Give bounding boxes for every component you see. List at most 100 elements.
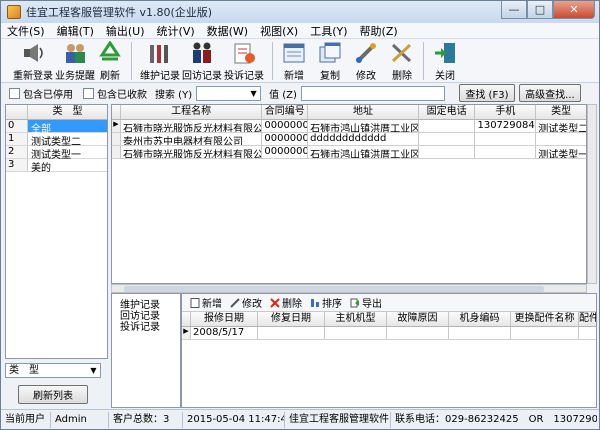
column-header[interactable]: 合同编号	[262, 105, 309, 119]
grid-vertical-scrollbar[interactable]	[587, 104, 597, 284]
grid-horizontal-scrollbar[interactable]	[111, 284, 587, 293]
recycle-icon	[97, 40, 123, 65]
refresh-list-button[interactable]: 刷新列表	[18, 385, 88, 404]
menu-tools[interactable]: 工具(Y)	[304, 23, 353, 39]
cross-tools-icon	[389, 41, 415, 65]
project-grid: 工程名称 合同编号 地址 固定电话 手机 类型 ▶ 石狮市晓光服饰反光材料有限公…	[111, 104, 587, 284]
maximize-button[interactable]: □	[527, 1, 553, 19]
relogin-button[interactable]: 重新登录	[13, 39, 53, 82]
menu-stats[interactable]: 统计(V)	[151, 23, 201, 39]
row-indicator-icon: ▶	[112, 120, 121, 132]
record-export-button[interactable]: 导出	[350, 295, 382, 310]
record-sort-button[interactable]: 排序	[310, 295, 342, 310]
column-header[interactable]: 类型	[536, 105, 586, 119]
table-row[interactable]: ▶ 石狮市晓光服饰反光材料有限公司 00000002 石狮市鸿山镇洪厝工业区 1…	[112, 120, 586, 133]
column-header[interactable]: 故障原因	[387, 312, 449, 326]
add-button[interactable]: 新增	[281, 39, 307, 82]
table-row[interactable]: ▶ 2008/5/17	[182, 327, 596, 340]
type-column-header[interactable]: 类 型	[28, 105, 107, 119]
menu-data[interactable]: 数据(W)	[201, 23, 254, 39]
column-header[interactable]: 地址	[308, 105, 419, 119]
close-window-button[interactable]: ✕	[553, 1, 595, 19]
close-button[interactable]: 关闭	[432, 39, 458, 82]
status-total: 客户总数：3	[109, 411, 183, 428]
record-add-button[interactable]: 新增	[190, 295, 222, 310]
column-header[interactable]: 配件费	[579, 312, 596, 326]
column-header[interactable]: 固定电话	[419, 105, 476, 119]
include-received-label: 包含已收款	[97, 89, 147, 101]
document-pen-icon	[231, 41, 257, 65]
edit-button[interactable]: 修改	[353, 39, 379, 82]
list-item[interactable]: 1 测试类型二	[6, 133, 107, 148]
record-delete-button[interactable]: 删除	[270, 295, 302, 310]
complaint-record-button[interactable]: 投诉记录	[224, 39, 264, 82]
left-bottom-panel: 类 型 ▼ 刷新列表	[5, 363, 108, 408]
users-icon	[62, 41, 88, 65]
menu-help[interactable]: 帮助(Z)	[354, 23, 404, 39]
speaker-icon	[20, 41, 46, 65]
status-datetime: 2015-05-04 11:47:47	[183, 411, 285, 428]
search-field-select[interactable]: ▼	[196, 85, 262, 101]
list-item[interactable]: 3 美的	[6, 159, 107, 174]
maintain-record-button[interactable]: 维护记录	[140, 39, 180, 82]
column-header[interactable]: 手机	[475, 105, 537, 119]
new-form-icon	[281, 41, 307, 65]
include-disabled-checkbox[interactable]	[9, 87, 20, 99]
toolbar-separator	[272, 42, 273, 80]
exit-door-icon	[432, 41, 458, 65]
tab-maintain[interactable]: 维护记录	[120, 300, 180, 311]
app-icon	[7, 5, 21, 19]
include-disabled-label: 包含已停用	[23, 89, 73, 101]
delete-button[interactable]: 删除	[389, 39, 415, 82]
sort-icon	[311, 298, 319, 307]
column-header[interactable]: 报修日期	[191, 312, 258, 326]
find-button[interactable]: 查找 (F3)	[458, 84, 515, 102]
list-item[interactable]: 2 测试类型一	[6, 146, 107, 161]
tools-icon	[147, 41, 173, 65]
main-toolbar: 重新登录 业务提醒 刷新 维护记录 回访记录 投诉记录 新增 复制 修改 删除 …	[1, 39, 599, 83]
status-user: Admin	[51, 411, 109, 428]
column-header[interactable]: 机身编码	[449, 312, 511, 326]
copy-button[interactable]: 复制	[317, 39, 343, 82]
column-header[interactable]: 修复日期	[258, 312, 325, 326]
menu-bar: 文件(S) 编辑(T) 输出(U) 统计(V) 数据(W) 视图(X) 工具(Y…	[1, 23, 599, 39]
record-edit-button[interactable]: 修改	[230, 295, 262, 310]
chevron-down-icon: ▼	[90, 366, 97, 375]
menu-view[interactable]: 视图(X)	[254, 23, 304, 39]
row-indicator-icon: ▶	[182, 327, 191, 339]
status-bar: 当前用户 Admin 客户总数：3 2015-05-04 11:47:47 佳宜…	[1, 409, 599, 429]
value-label: 值 (Z)	[269, 89, 297, 101]
wrench-icon	[230, 297, 240, 308]
minimize-button[interactable]: —	[501, 1, 527, 19]
scrollbar-thumb[interactable]	[124, 286, 544, 292]
menu-output[interactable]: 输出(U)	[100, 23, 151, 39]
reminder-button[interactable]: 业务提醒	[55, 39, 95, 82]
column-header[interactable]: 工程名称	[121, 105, 263, 119]
tab-complaint[interactable]: 投诉记录	[120, 322, 180, 333]
app-window: 佳宜工程客服管理软件 v1.80(企业版) — □ ✕ 文件(S) 编辑(T) …	[0, 0, 600, 430]
menu-edit[interactable]: 编辑(T)	[51, 23, 100, 39]
title-bar: 佳宜工程客服管理软件 v1.80(企业版) — □ ✕	[1, 1, 599, 23]
toolbar-separator	[423, 42, 424, 80]
visit-record-button[interactable]: 回访记录	[182, 39, 222, 82]
toolbar-separator	[131, 42, 132, 80]
column-header[interactable]: 更换配件名称	[511, 312, 579, 326]
column-header[interactable]: 主机机型	[325, 312, 387, 326]
advanced-find-button[interactable]: 高级查找...	[518, 84, 581, 102]
menu-file[interactable]: 文件(S)	[1, 23, 51, 39]
people-icon	[189, 41, 215, 65]
export-icon	[350, 298, 359, 307]
type-select[interactable]: 类 型 ▼	[5, 363, 101, 378]
tab-visit[interactable]: 回访记录	[120, 311, 180, 322]
record-tabs: 维护记录 回访记录 投诉记录	[111, 293, 181, 408]
refresh-button[interactable]: 刷新	[97, 39, 123, 82]
chevron-down-icon: ▼	[250, 88, 257, 98]
record-panel: 新增 修改 删除 排序 导出 报修日期 修复日期 主机机型 故障原因 机身编码 …	[181, 293, 597, 408]
filter-bar: 包含已停用 包含已收款 搜索 (Y) ▼ 值 (Z) 查找 (F3) 高级查找.…	[1, 83, 599, 103]
search-label: 搜索 (Y)	[155, 89, 193, 101]
include-received-checkbox[interactable]	[83, 87, 94, 99]
list-item[interactable]: 0 全部	[6, 120, 107, 135]
table-row[interactable]: 石狮市晓光服饰反光材料有限公司 00000006 石狮市鸿山镇洪厝工业区 测试类…	[112, 146, 586, 159]
table-row[interactable]: 泰州市苏中电器材有限公司 00000003 dddddddddddd	[112, 133, 586, 146]
search-value-input[interactable]	[300, 85, 445, 101]
